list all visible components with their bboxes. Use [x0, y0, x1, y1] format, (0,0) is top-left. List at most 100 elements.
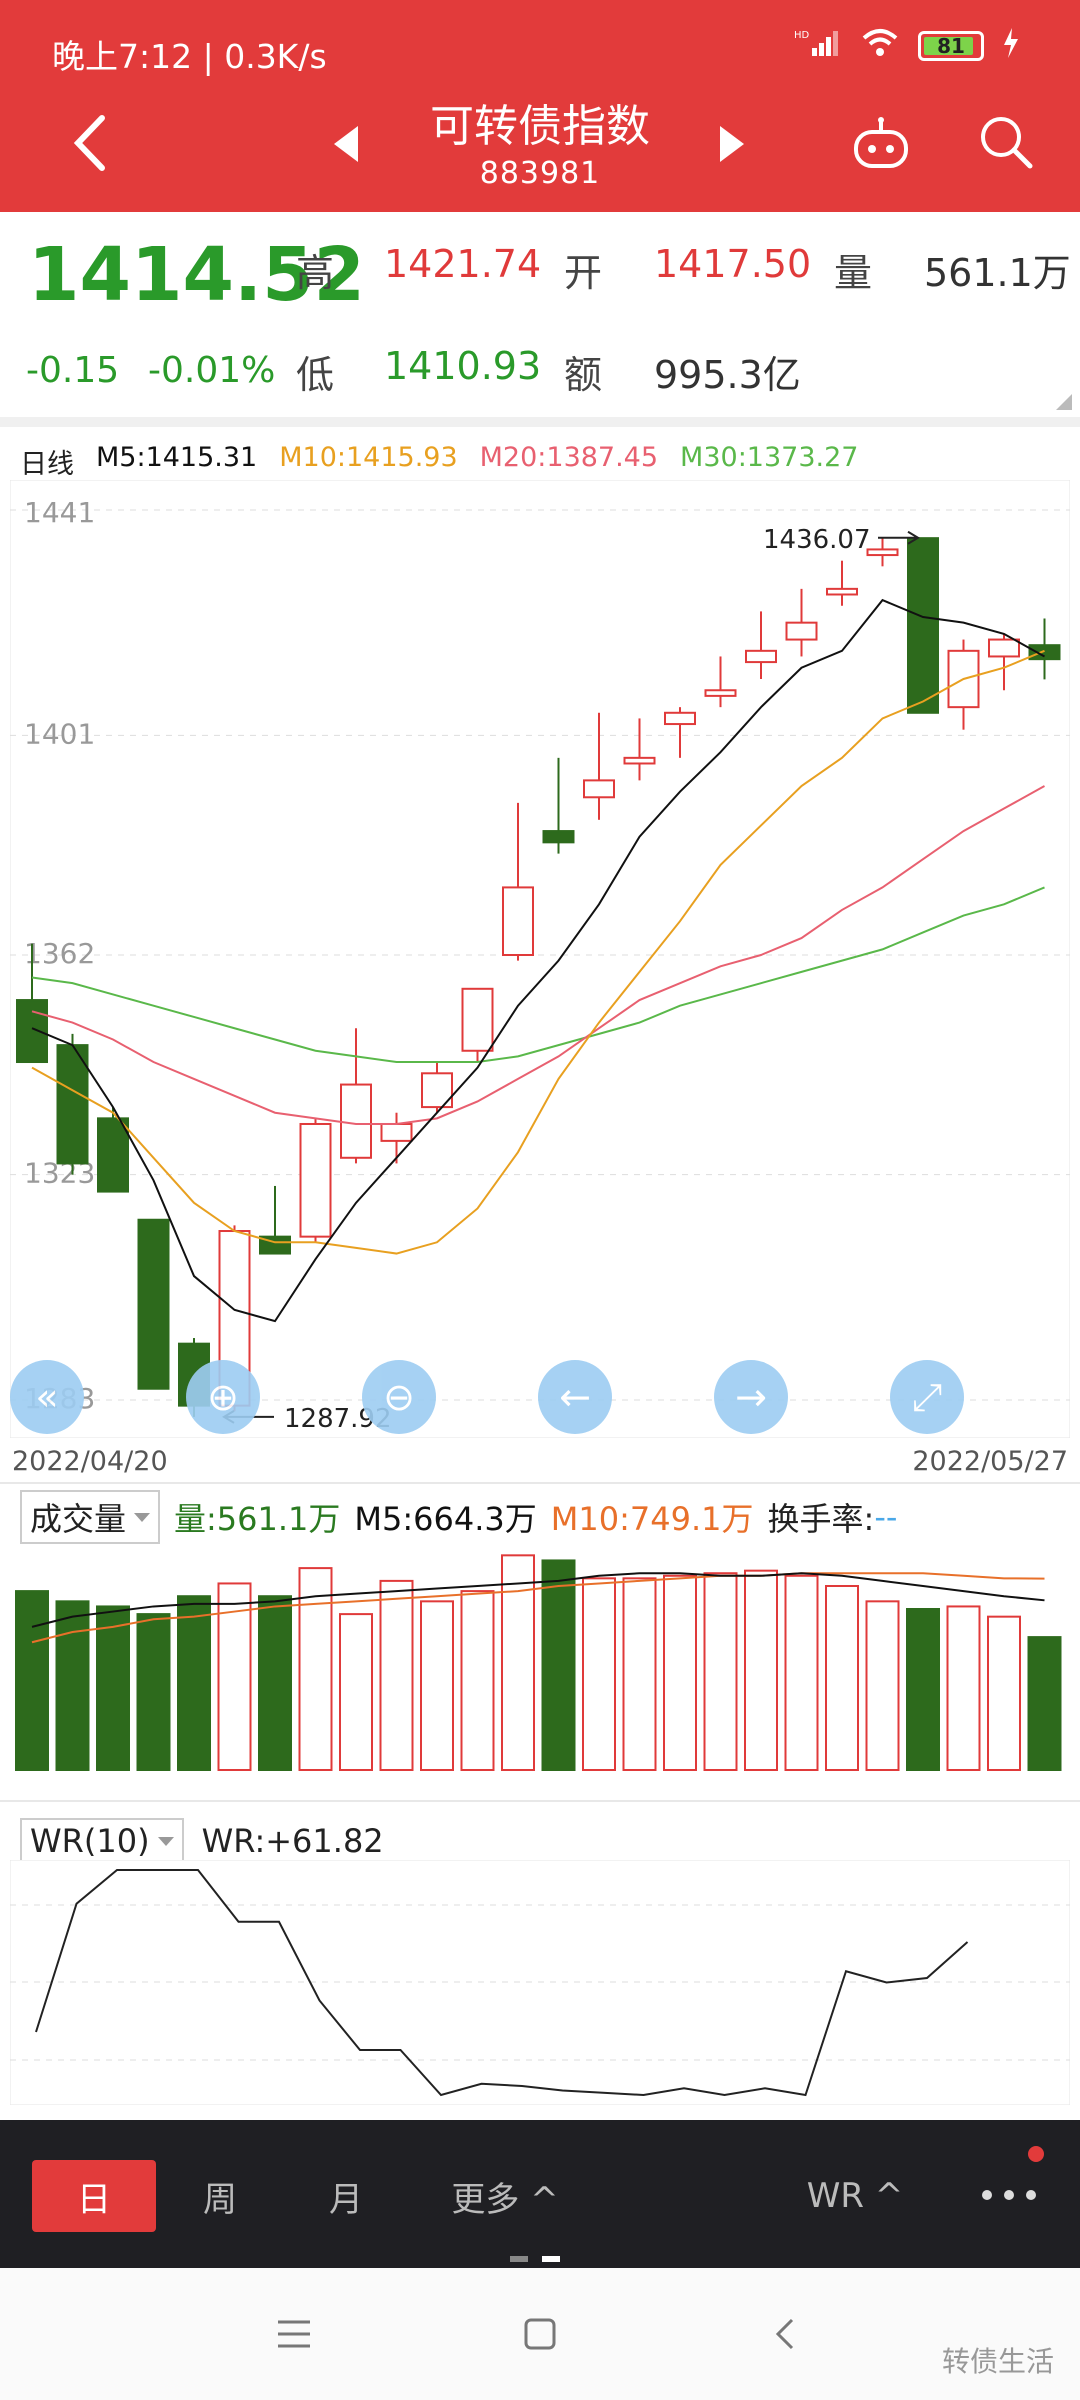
volume-bar [906, 1608, 940, 1771]
open-label: 开 [564, 251, 603, 295]
status-time: 晚上7:12 | 0.3K/s [52, 37, 327, 76]
wr-chart[interactable] [10, 1860, 1070, 2105]
menu-icon [278, 2320, 310, 2348]
battery-icon: 81 [918, 31, 984, 61]
amount-label: 额 [564, 353, 603, 397]
volume-bar [663, 1574, 697, 1772]
candle-body [583, 779, 615, 799]
volume-bar [865, 1600, 900, 1772]
indicator-switch[interactable]: WR ^ [790, 2160, 920, 2232]
candle-body [988, 638, 1020, 658]
volume-bar [501, 1554, 535, 1772]
ma-legend: 日线 M5:1415.31 M10:1415.93 M20:1387.45 M3… [20, 442, 858, 481]
scroll-start-button[interactable]: « [10, 1360, 84, 1434]
zoom-in-button[interactable]: ⊕ [186, 1360, 260, 1434]
volume-separator [0, 1800, 1080, 1802]
volume-bar [460, 1590, 495, 1771]
status-bar: 晚上7:12 | 0.3K/s HD 81 [0, 0, 1080, 90]
next-index-button[interactable] [720, 126, 744, 162]
amount-value: 995.3亿 [654, 353, 801, 397]
low-value: 1410.93 [384, 344, 542, 388]
arrow-left-icon: ← [559, 1375, 591, 1419]
volume-label: 量 [834, 251, 873, 295]
turnover-value: -- [874, 1498, 898, 1536]
candle-body [623, 756, 656, 765]
nav-bar: 可转债指数 883981 [0, 90, 1080, 212]
system-nav-bar: 转债生活 [0, 2268, 1080, 2400]
volume-chart[interactable] [10, 1534, 1070, 1774]
volume-bar [55, 1600, 90, 1772]
hd-label: HD [794, 30, 810, 41]
candle-body [137, 1218, 170, 1390]
volume-bar [379, 1579, 414, 1772]
date-end: 2022/05/27 [912, 1446, 1068, 1477]
candle-body [1028, 644, 1061, 661]
double-chevron-left-icon: « [35, 1375, 59, 1419]
ma10-label: M10:1415.93 [279, 442, 458, 473]
candle-body [299, 1122, 332, 1238]
candle-body [502, 886, 534, 956]
ma20-label: M20:1387.45 [479, 442, 659, 473]
chevron-left-icon [775, 2318, 794, 2350]
high-marker-label: 1436.07 [763, 525, 871, 555]
page-indicator [510, 2256, 560, 2262]
arrow-right-icon: → [735, 1375, 767, 1419]
robot-icon [854, 117, 908, 168]
candle-body [785, 621, 818, 641]
zoom-out-button[interactable]: ⊖ [362, 1360, 436, 1434]
volume-bar [420, 1600, 454, 1772]
volume-bar [541, 1559, 576, 1772]
chart-separator [0, 1482, 1080, 1484]
candlestick-chart[interactable]: 144114011362132312831436.071287.92 [10, 480, 1070, 1438]
square-icon [524, 2318, 556, 2350]
section-divider [0, 417, 1080, 427]
tab-more[interactable]: 更多 ^ [420, 2160, 590, 2232]
volume-bar [96, 1605, 130, 1771]
date-start: 2022/04/20 [12, 1446, 168, 1477]
tab-month[interactable]: 月 [284, 2160, 408, 2232]
expand-corner-icon[interactable] [1056, 394, 1072, 410]
y-tick-label: 1441 [24, 496, 95, 529]
tab-day[interactable]: 日 [32, 2160, 156, 2232]
quote-panel: 1414.52 -0.15 -0.01% 高 1421.74 开 1417.50… [0, 212, 1080, 417]
move-right-button[interactable]: → [714, 1360, 788, 1434]
high-value: 1421.74 [384, 242, 542, 286]
volume-bar [825, 1585, 859, 1771]
signal-icon: HD [794, 28, 842, 64]
candle-body [907, 537, 939, 714]
ma5-label: M5:1415.31 [96, 442, 258, 473]
ma30-label: M30:1373.27 [680, 442, 859, 473]
notification-dot [1028, 2146, 1044, 2162]
caret-down-icon [134, 1512, 151, 1522]
page-title: 可转债指数 [430, 101, 650, 152]
robot-assistant-button[interactable] [850, 114, 912, 176]
menu-nav-button[interactable] [268, 2308, 320, 2360]
volume-bar [744, 1569, 778, 1771]
volume-bar [622, 1577, 657, 1772]
volume-bar [15, 1590, 49, 1771]
y-tick-label: 1362 [24, 937, 95, 970]
candle-body [461, 987, 494, 1052]
period-toolbar: 日 周 月 更多 ^ WR ^ [0, 2120, 1080, 2268]
back-nav-button[interactable] [760, 2308, 812, 2360]
more-options-button[interactable] [982, 2190, 1036, 2200]
home-nav-button[interactable] [514, 2308, 566, 2360]
tab-week[interactable]: 周 [158, 2160, 282, 2232]
candle-body [340, 1083, 372, 1159]
search-button[interactable] [976, 112, 1034, 170]
top-header: 晚上7:12 | 0.3K/s HD 81 可转债指数 883981 [0, 0, 1080, 212]
candle-body [664, 711, 696, 726]
fullscreen-button[interactable]: ⤢ [890, 1360, 964, 1434]
index-code: 883981 [479, 156, 601, 191]
candle-body [97, 1117, 129, 1193]
price-change-pct: -0.01% [148, 350, 276, 391]
wr-selector[interactable]: WR(10) [20, 1818, 184, 1864]
move-left-button[interactable]: ← [538, 1360, 612, 1434]
app-root: 晚上7:12 | 0.3K/s HD 81 可转债指数 883981 1414.… [0, 0, 1080, 2400]
wr-value: WR:+61.82 [201, 1822, 384, 1860]
status-icons: HD 81 [794, 28, 1020, 64]
candle-body [745, 649, 777, 664]
volume-bar [1027, 1636, 1062, 1771]
y-tick-label: 1401 [24, 717, 95, 750]
volume-bar [136, 1613, 171, 1771]
